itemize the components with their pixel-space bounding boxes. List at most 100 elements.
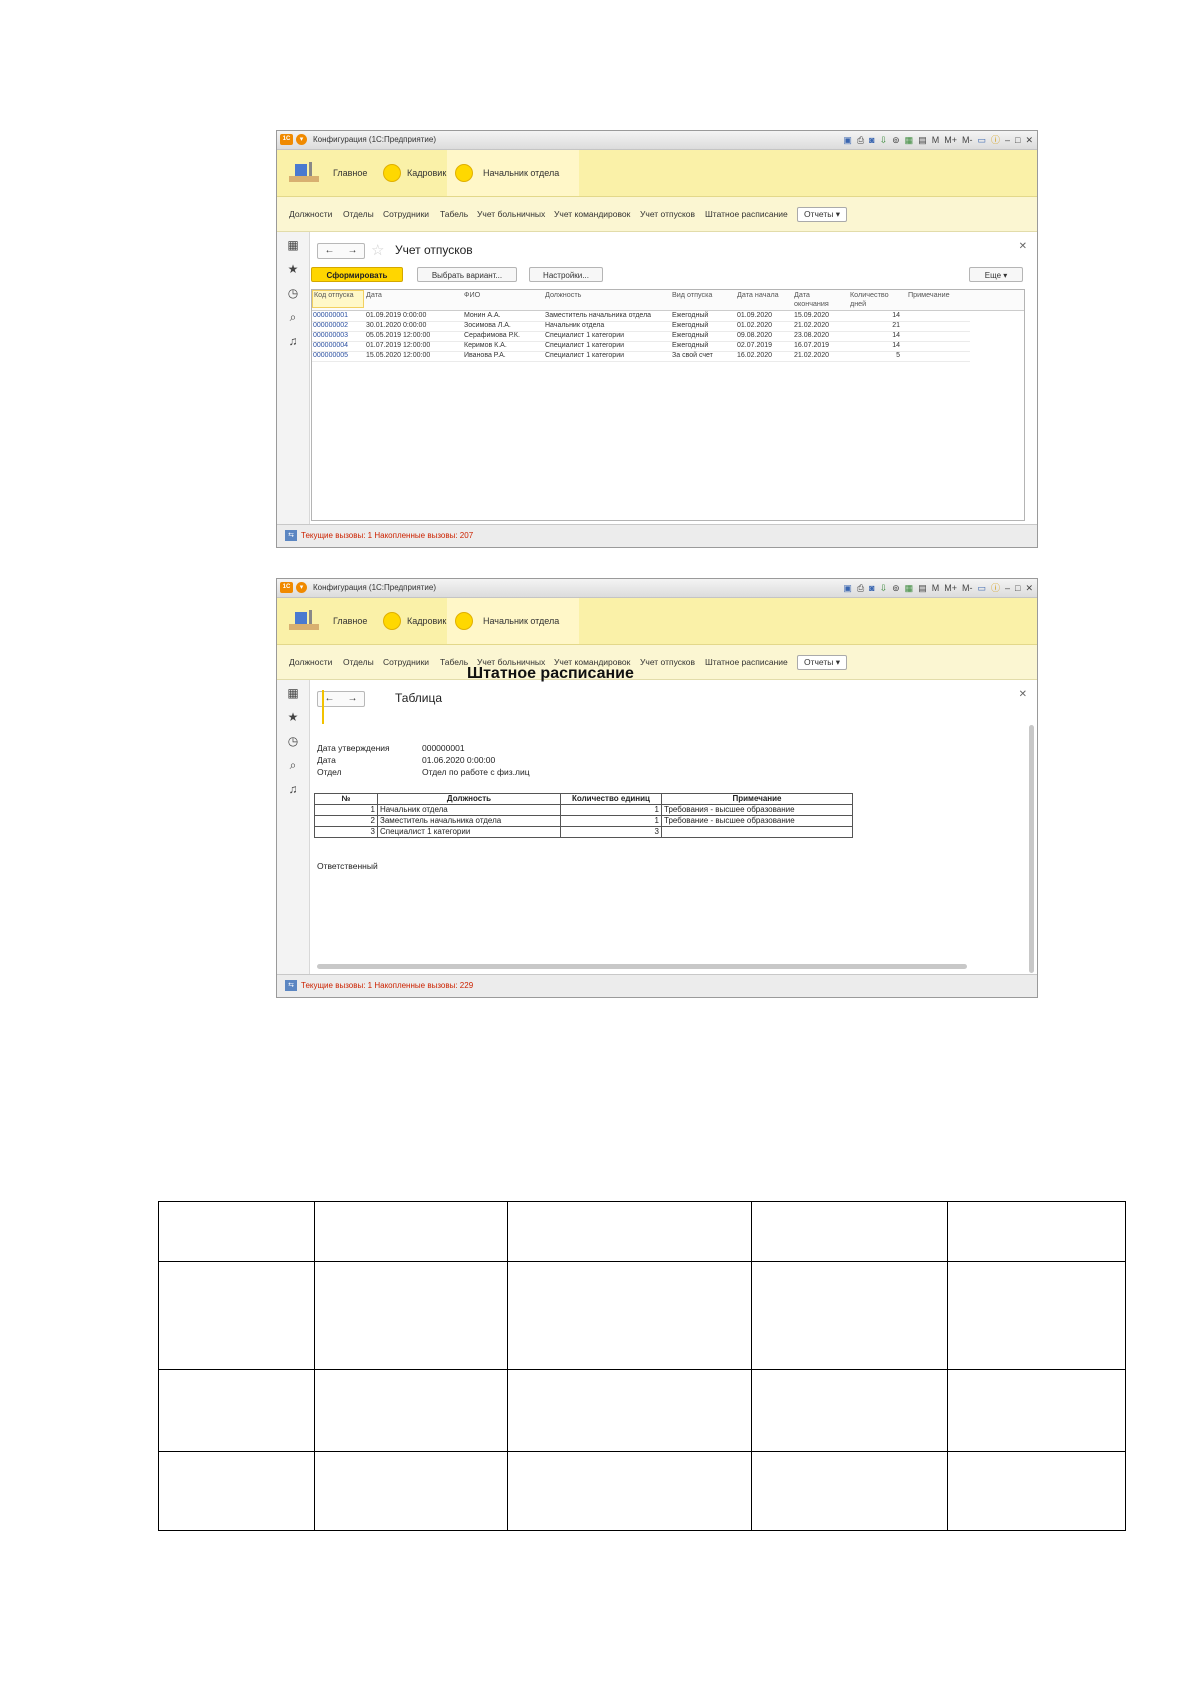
download-icon[interactable]: ⇩ (880, 581, 888, 595)
col-position[interactable]: Должность (545, 290, 581, 300)
favorites-icon[interactable]: ★ (277, 710, 309, 724)
search-icon[interactable]: ⌕ (277, 758, 309, 773)
favorites-icon[interactable]: ★ (277, 262, 309, 276)
memory-icon[interactable]: М (932, 133, 940, 147)
search-icon[interactable]: ⌕ (277, 310, 309, 325)
col-date[interactable]: Дата (366, 290, 382, 300)
link-icon[interactable]: ⊚ (892, 581, 900, 595)
cmd-vacations[interactable]: Учет отпусков (640, 645, 695, 679)
cmd-timesheet[interactable]: Табель (440, 197, 468, 231)
section-main[interactable]: Главное (333, 150, 367, 196)
main-menu-icon[interactable]: ▾ (296, 582, 307, 593)
cmd-employees[interactable]: Сотрудники (383, 645, 429, 679)
cmd-vacations[interactable]: Учет отпусков (640, 197, 695, 231)
bell-icon[interactable]: ♫ (277, 334, 309, 348)
maximize-icon[interactable]: □ (1015, 133, 1020, 147)
forward-icon[interactable]: → (348, 244, 358, 258)
preview-icon[interactable]: ◙ (869, 133, 874, 147)
vertical-scrollbar[interactable] (1029, 725, 1034, 973)
settings-button[interactable]: Настройки... (529, 267, 603, 282)
cmd-employees[interactable]: Сотрудники (383, 197, 429, 231)
memory-plus-icon[interactable]: М+ (944, 581, 957, 595)
maximize-icon[interactable]: □ (1015, 581, 1020, 595)
cmd-positions[interactable]: Должности (289, 645, 332, 679)
back-icon[interactable]: ← (325, 692, 335, 706)
calendar-icon[interactable]: ▤ (918, 133, 927, 147)
section-hr[interactable]: Кадровик (407, 150, 446, 196)
nav-buttons: ← → (317, 243, 365, 259)
cell-start: 09.08.2020 (737, 332, 773, 339)
memory-plus-icon[interactable]: М+ (944, 133, 957, 147)
cell-date: 05.05.2019 12:00:00 (366, 332, 431, 339)
window-icon[interactable]: ▭ (977, 133, 986, 147)
memory-icon[interactable]: М (932, 581, 940, 595)
print-icon[interactable]: ⎙ (857, 133, 864, 147)
table-row[interactable]: 000000005 15.05.2020 12:00:00 Иванова Р.А.… (312, 351, 970, 362)
cmd-sick-leave[interactable]: Учет больничных (477, 197, 545, 231)
section-hr-head[interactable]: Начальник отдела кадров (447, 150, 579, 224)
cmd-timesheet[interactable]: Табель (440, 645, 468, 679)
minimize-icon[interactable]: – (1005, 581, 1010, 595)
bell-icon[interactable]: ♫ (277, 782, 309, 796)
history-icon[interactable]: ◷ (277, 734, 309, 748)
cell-kind: Ежегодный (672, 342, 709, 349)
memory-minus-icon[interactable]: М- (962, 133, 973, 147)
calculator-icon[interactable]: ▦ (905, 581, 914, 595)
section-main[interactable]: Главное (333, 598, 367, 644)
calendar-icon[interactable]: ▤ (918, 581, 927, 595)
link-icon[interactable]: ⊚ (892, 133, 900, 147)
main-menu-icon[interactable]: ▾ (296, 134, 307, 145)
reports-dropdown[interactable]: Отчеты ▾ (797, 207, 848, 222)
more-button[interactable]: Еще ▾ (969, 267, 1023, 282)
cmd-staff-schedule[interactable]: Штатное расписание (705, 645, 788, 679)
window-icon[interactable]: ▭ (977, 581, 986, 595)
cell-code: 000000003 (313, 332, 349, 339)
window-title: Конфигурация (1С:Предприятие) (313, 135, 436, 144)
cell-date: 15.05.2020 12:00:00 (366, 352, 431, 359)
form-close-icon[interactable]: ✕ (1019, 241, 1027, 252)
section-hr[interactable]: Кадровик (407, 598, 446, 644)
report-title: Штатное расписание (467, 665, 634, 682)
reports-dropdown[interactable]: Отчеты ▾ (797, 655, 848, 670)
download-icon[interactable]: ⇩ (880, 133, 888, 147)
print-icon[interactable]: ⎙ (857, 581, 864, 595)
col-fio[interactable]: ФИО (464, 290, 480, 300)
forward-icon[interactable]: → (348, 692, 358, 706)
col-start[interactable]: Дата начала (737, 290, 779, 300)
menu-grid-icon[interactable]: ▦ (277, 686, 309, 700)
cell-position: Специалист 1 категории (545, 332, 625, 339)
back-icon[interactable]: ← (325, 244, 335, 258)
cmd-departments[interactable]: Отделы (343, 197, 374, 231)
cmd-business-trips[interactable]: Учет командировок (554, 197, 630, 231)
close-icon[interactable]: ✕ (1025, 581, 1033, 595)
close-icon[interactable]: ✕ (1025, 133, 1033, 147)
info-icon[interactable]: ⓘ (991, 581, 1000, 595)
staff-table: № Должность Количество единиц Примечание… (314, 793, 853, 838)
col-end[interactable]: Дата окончания (794, 290, 846, 308)
col-days[interactable]: Количество дней (850, 290, 902, 308)
minimize-icon[interactable]: – (1005, 133, 1010, 147)
generate-button[interactable]: Сформировать (311, 267, 403, 282)
cell-start: 02.07.2019 (737, 342, 773, 349)
cell-days: 14 (892, 312, 900, 319)
cmd-positions[interactable]: Должности (289, 197, 332, 231)
menu-grid-icon[interactable]: ▦ (277, 238, 309, 252)
col-note[interactable]: Примечание (908, 290, 950, 300)
calculator-icon[interactable]: ▦ (905, 133, 914, 147)
cmd-departments[interactable]: Отделы (343, 645, 374, 679)
form-close-icon[interactable]: ✕ (1019, 689, 1027, 700)
history-icon[interactable]: ◷ (277, 286, 309, 300)
choose-variant-button[interactable]: Выбрать вариант... (417, 267, 517, 282)
save-icon[interactable]: ▣ (843, 133, 852, 147)
col-kind[interactable]: Вид отпуска (672, 290, 712, 300)
cmd-staff-schedule[interactable]: Штатное расписание (705, 197, 788, 231)
section-hr-head[interactable]: Начальник отдела кадров (447, 598, 579, 672)
info-icon[interactable]: ⓘ (991, 133, 1000, 147)
favorite-star-icon[interactable]: ☆ (371, 241, 384, 259)
title-bar: 1С ▾ Конфигурация (1С:Предприятие) ▣ ⎙ ◙… (277, 579, 1037, 598)
col-code[interactable]: Код отпуска (312, 290, 364, 308)
memory-minus-icon[interactable]: М- (962, 581, 973, 595)
preview-icon[interactable]: ◙ (869, 581, 874, 595)
save-icon[interactable]: ▣ (843, 581, 852, 595)
horizontal-scrollbar[interactable] (317, 964, 967, 969)
